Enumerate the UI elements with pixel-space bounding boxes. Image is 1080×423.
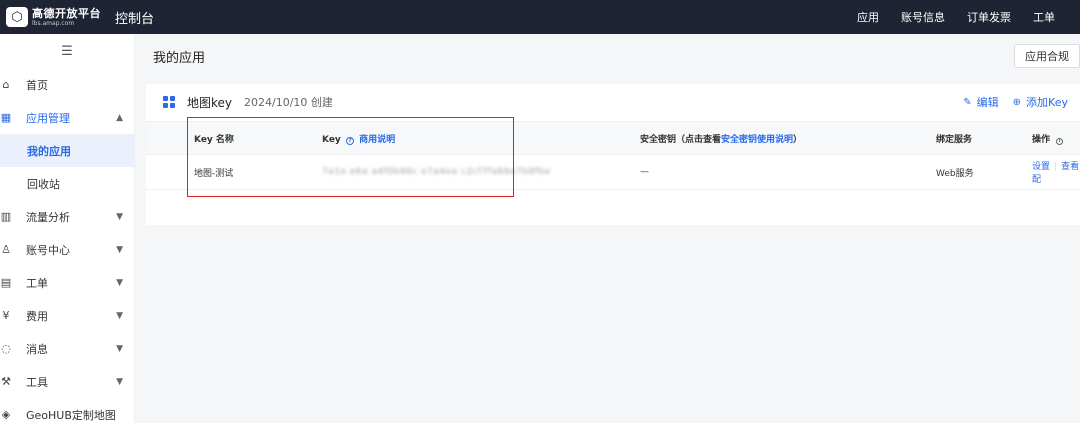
col-secret: 安全密钥（点击查看安全密钥使用说明） <box>640 121 936 155</box>
chart-icon: ▥ <box>0 210 12 223</box>
home-icon: ⌂ <box>2 78 10 91</box>
sidebar-item-label: 消息 <box>26 342 48 356</box>
top-nav-orders-invoices[interactable]: 订单发票 <box>956 9 1022 25</box>
main-content: 我的应用 应用合规 地图key 2024/10/10 创建 ✎ 编辑 ⊕ 添加K… <box>136 34 1080 423</box>
chevron-down-icon: ▼ <box>116 376 123 387</box>
sidebar-item-label: 流量分析 <box>26 210 70 224</box>
sidebar-item-traffic-analysis[interactable]: ▥ 流量分析 ▼ <box>0 200 134 233</box>
top-nav-apps[interactable]: 应用 <box>846 9 890 25</box>
logo-name: 高德开放平台 <box>32 6 101 20</box>
sidebar-item-tickets[interactable]: ▤ 工单 ▼ <box>0 266 134 299</box>
service-cell: Web服务 <box>936 154 1032 190</box>
wrench-icon: ⚒ <box>1 375 11 388</box>
sidebar-item-geohub[interactable]: ◈ GeoHUB定制地图 <box>0 398 134 423</box>
sidebar-item-home[interactable]: ⌂ 首页 <box>0 68 134 101</box>
table-row: 地图-测试 7a1e e6a a4f0b86c e7a4ea c2cf7fa66… <box>146 154 1080 190</box>
col-ops: 操作 i <box>1032 121 1080 155</box>
layers-icon: ◈ <box>1 408 11 421</box>
add-key-button[interactable]: ⊕ 添加Key <box>1013 94 1068 110</box>
sidebar-item-my-apps[interactable]: 我的应用 <box>0 134 134 167</box>
col-secret-close: ） <box>793 134 803 145</box>
secret-usage-link[interactable]: 安全密钥使用说明 <box>721 135 793 145</box>
chevron-down-icon: ▼ <box>116 244 123 255</box>
app-grid-icon <box>163 96 175 108</box>
ticket-icon: ▤ <box>0 276 12 289</box>
logo-url: lbs.amap.com <box>32 19 75 27</box>
sidebar-item-label: 费用 <box>26 309 48 323</box>
app-compliance-button[interactable]: 应用合规 <box>1014 44 1080 68</box>
sidebar-item-tools[interactable]: ⚒ 工具 ▼ <box>0 365 134 398</box>
chevron-down-icon: ▼ <box>116 277 123 288</box>
sidebar-item-account-center[interactable]: ♙ 账号中心 ▼ <box>0 233 134 266</box>
edit-label: 编辑 <box>976 96 999 109</box>
sidebar-item-messages[interactable]: ◌ 消息 ▼ <box>0 332 134 365</box>
page-title: 我的应用 <box>153 50 206 66</box>
amap-logo-icon: ⬡ <box>6 7 28 27</box>
commercial-usage-link[interactable]: 商用说明 <box>359 135 395 145</box>
col-secret-label: 安全密钥（点击查看 <box>640 134 722 145</box>
sidebar-item-label: 账号中心 <box>26 243 70 257</box>
col-key: Key ? 商用说明 <box>322 121 640 155</box>
col-ops-label: 操作 <box>1032 134 1051 145</box>
sidebar-item-label: 工单 <box>26 276 48 290</box>
sidebar-item-label: 应用管理 <box>26 111 70 125</box>
sidebar-item-recycle-bin[interactable]: 回收站 <box>0 167 134 200</box>
col-service: 绑定服务 <box>936 121 1032 155</box>
apps-icon: ▦ <box>0 111 12 124</box>
ops-cell: 设置 | 查看配 <box>1032 154 1080 190</box>
sidebar-item-app-management[interactable]: ▦ 应用管理 ▲ <box>0 101 134 134</box>
key-value-masked[interactable]: 7a1e e6a a4f0b86c e7a4ea c2cf7fa66e7b8fb… <box>322 167 551 177</box>
chevron-down-icon: ▼ <box>116 310 123 321</box>
top-navbar: ⬡ 高德开放平台 lbs.amap.com 控制台 应用 账号信息 订单发票 工… <box>0 0 1080 34</box>
info-icon[interactable]: i <box>1056 137 1064 145</box>
col-key-label: Key <box>322 134 341 145</box>
sidebar-collapse-button[interactable]: ☰ <box>0 34 134 68</box>
amap-logo[interactable]: ⬡ 高德开放平台 lbs.amap.com <box>6 7 106 27</box>
divider: | <box>1054 162 1058 172</box>
plus-circle-icon: ⊕ <box>1012 96 1022 108</box>
col-key-name: Key 名称 <box>146 121 322 155</box>
app-card: 地图key 2024/10/10 创建 ✎ 编辑 ⊕ 添加Key Key 名称 … <box>146 84 1080 225</box>
user-icon: ♙ <box>1 243 11 256</box>
edit-icon: ✎ <box>963 96 972 108</box>
sidebar-item-billing[interactable]: ¥ 费用 ▼ <box>0 299 134 332</box>
key-value-cell: 7a1e e6a a4f0b86c e7a4ea c2cf7fa66e7b8fb… <box>322 154 640 190</box>
app-created-date: 2024/10/10 创建 <box>244 96 333 109</box>
settings-link[interactable]: 设置 <box>1032 162 1050 172</box>
top-nav-account[interactable]: 账号信息 <box>890 9 956 25</box>
edit-app-button[interactable]: ✎ 编辑 <box>963 94 998 110</box>
hamburger-icon: ☰ <box>61 43 73 59</box>
key-name-cell: 地图-测试 <box>146 154 322 190</box>
sidebar-item-label: 首页 <box>26 78 48 92</box>
app-name: 地图key <box>187 95 233 110</box>
sidebar-item-label: 工具 <box>26 375 48 389</box>
secret-cell: — <box>640 154 936 190</box>
chevron-down-icon: ▼ <box>116 211 123 222</box>
table-header-row: Key 名称 Key ? 商用说明 安全密钥（点击查看安全密钥使用说明） 绑定服… <box>146 121 1080 155</box>
sidebar: ☰ ⌂ 首页 ▦ 应用管理 ▲ 我的应用 回收站 ▥ 流量分析 ▼ ♙ 账号中心… <box>0 34 135 423</box>
add-key-label: 添加Key <box>1026 96 1068 109</box>
top-nav-tickets[interactable]: 工单 <box>1022 9 1066 25</box>
keys-table: Key 名称 Key ? 商用说明 安全密钥（点击查看安全密钥使用说明） 绑定服… <box>146 121 1080 190</box>
chevron-down-icon: ▼ <box>116 343 123 354</box>
sidebar-item-label: GeoHUB定制地图 <box>26 408 116 422</box>
question-icon: ? <box>345 136 354 145</box>
currency-icon: ¥ <box>2 309 10 322</box>
chevron-up-icon: ▲ <box>116 112 123 123</box>
console-title[interactable]: 控制台 <box>115 8 154 27</box>
top-nav: 应用 账号信息 订单发票 工单 <box>846 9 1066 25</box>
message-icon: ◌ <box>1 342 11 355</box>
